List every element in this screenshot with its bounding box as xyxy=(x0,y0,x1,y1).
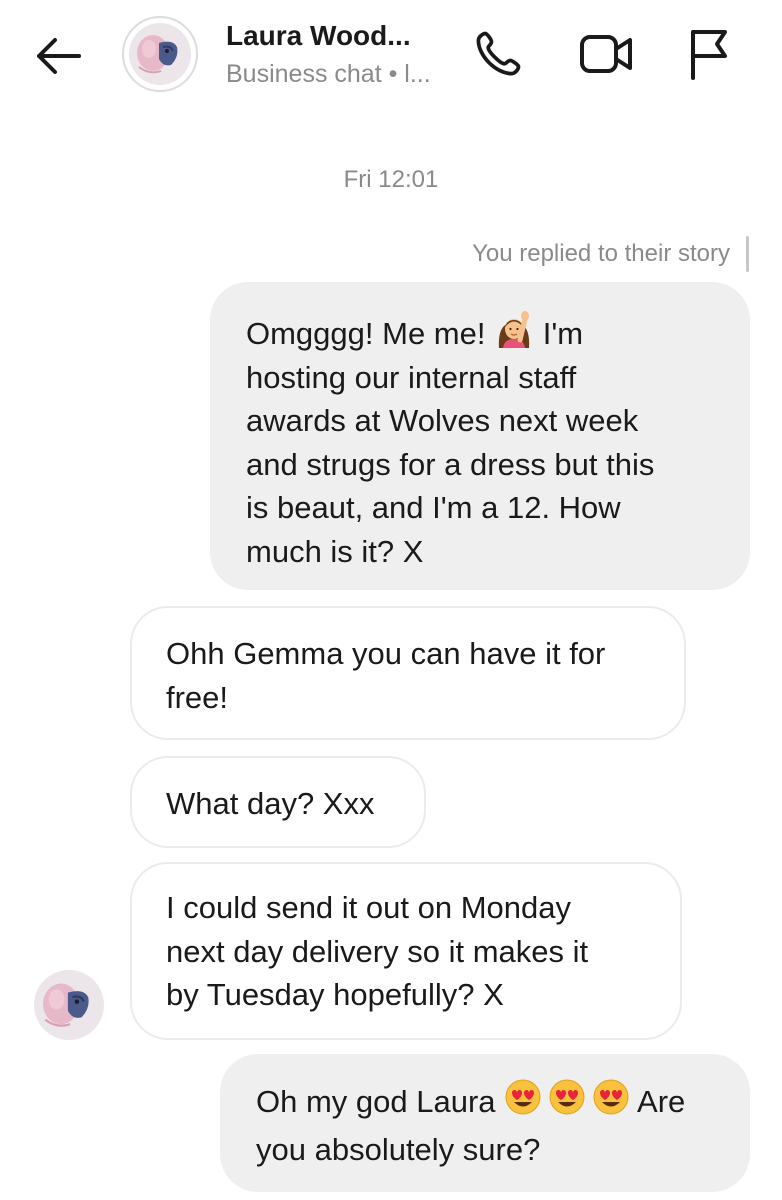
message-bubble-outgoing[interactable]: Oh my god Laura Are you absolutely sure? xyxy=(220,1054,750,1192)
message-text: Omgggg! Me me! xyxy=(246,316,495,351)
smiling-face-with-heart-eyes-emoji xyxy=(504,1078,630,1128)
phone-icon xyxy=(476,31,521,76)
call-button[interactable] xyxy=(466,22,530,86)
message-text: I could send it out on Monday next day d… xyxy=(166,890,589,1012)
story-reply-indicator xyxy=(746,236,749,272)
chat-header: Laura Wood... Business chat • l... xyxy=(0,0,782,120)
arrow-left-icon xyxy=(37,38,81,74)
message-bubble-incoming[interactable]: What day? Xxx xyxy=(130,756,426,848)
video-call-button[interactable] xyxy=(574,22,638,86)
report-button[interactable] xyxy=(676,22,740,86)
message-text: I'm hosting our internal staff awards at… xyxy=(246,316,655,569)
message-bubble-outgoing[interactable]: Omgggg! Me me! I'm hosting our internal … xyxy=(210,282,750,590)
story-reply-note[interactable]: You replied to their story xyxy=(472,240,730,268)
contact-name[interactable]: Laura Wood... xyxy=(226,20,411,52)
video-camera-icon xyxy=(580,35,632,73)
message-text: What day? Xxx xyxy=(166,786,375,821)
woman-raising-hand-emoji xyxy=(498,311,530,348)
contact-avatar-image xyxy=(129,23,191,85)
message-text: Oh my god Laura xyxy=(256,1084,505,1119)
message-timestamp: Fri 12:01 xyxy=(343,166,439,193)
message-bubble-incoming[interactable]: I could send it out on Monday next day d… xyxy=(130,862,682,1040)
flag-icon xyxy=(691,30,727,80)
contact-avatar[interactable] xyxy=(122,16,198,92)
back-button[interactable] xyxy=(28,28,88,84)
message-text: Ohh Gemma you can have it for free! xyxy=(166,636,606,715)
sender-avatar[interactable] xyxy=(34,970,104,1040)
contact-subtitle: Business chat • l... xyxy=(226,60,431,88)
message-bubble-incoming[interactable]: Ohh Gemma you can have it for free! xyxy=(130,606,686,740)
